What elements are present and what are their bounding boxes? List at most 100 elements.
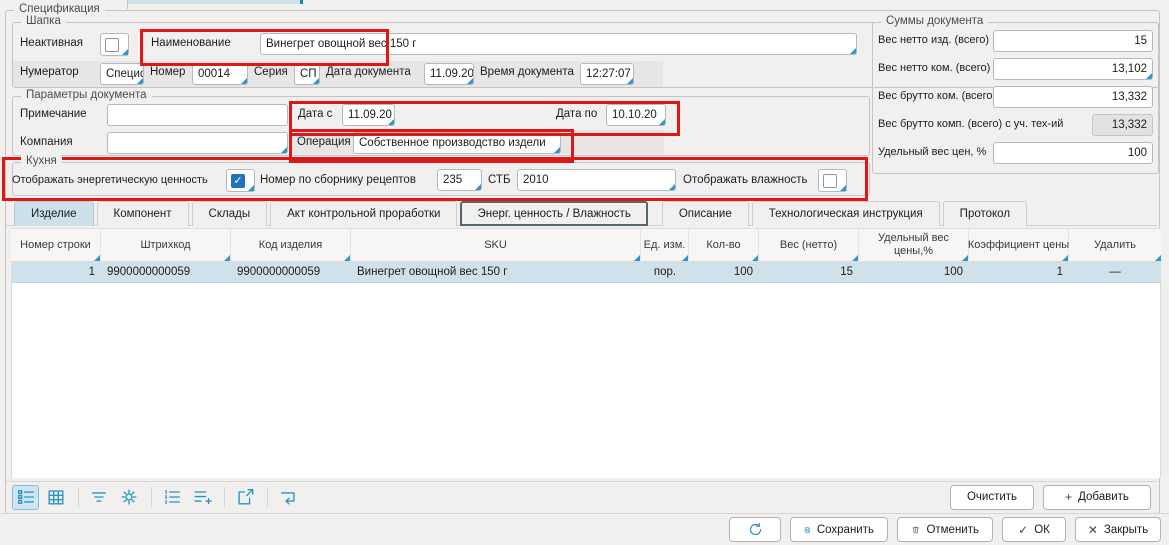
series-label: Серия <box>254 66 288 78</box>
col-header-product-code[interactable]: Код изделия <box>231 229 351 261</box>
tab-product[interactable]: Изделие <box>14 201 94 226</box>
sort-corner-icon <box>94 255 100 261</box>
operation-label: Операция <box>297 136 351 148</box>
sort-corner-icon <box>682 255 688 261</box>
recipe-number-label: Номер по сборнику рецептов <box>260 174 416 186</box>
company-label: Компания <box>20 136 73 148</box>
sort-corner-icon <box>634 255 640 261</box>
energy-checkbox[interactable] <box>226 169 255 192</box>
table-row[interactable]: 1 9900000000059 9900000000059 Винегрет о… <box>11 262 1161 283</box>
stb-field[interactable]: 2010 <box>517 169 676 191</box>
date-to-label: Дата по <box>556 108 597 120</box>
tab-tech-instruction[interactable]: Технологическая инструкция <box>752 201 940 226</box>
grid-view-icon[interactable] <box>42 485 69 510</box>
clear-button[interactable]: Очистить <box>950 485 1034 510</box>
gear-icon[interactable] <box>115 485 142 510</box>
doc-date-field[interactable]: 11.09.20 <box>424 63 474 85</box>
dropdown-corner-icon <box>122 49 128 55</box>
cell-net-weight: 15 <box>759 262 859 282</box>
company-field[interactable] <box>107 132 288 154</box>
tab-warehouses[interactable]: Склады <box>192 201 268 226</box>
sort-corner-icon <box>962 255 968 261</box>
specification-window: Спецификация Шапка Неактивная Наименован… <box>0 0 1169 545</box>
add-list-icon[interactable] <box>188 485 215 510</box>
col-header-price-coef[interactable]: Коэффициент цены <box>969 229 1069 261</box>
sum-field-net-components[interactable]: 13,102 <box>993 58 1153 80</box>
number-field[interactable]: 00014 <box>192 63 248 85</box>
sum-field-price-share[interactable]: 100 <box>993 142 1153 164</box>
dropdown-corner-icon <box>281 147 287 153</box>
numbered-list-icon[interactable] <box>158 485 185 510</box>
cell-delete-action[interactable]: — <box>1069 262 1161 282</box>
close-button[interactable]: ✕Закрыть <box>1075 517 1161 542</box>
operation-field[interactable]: Собственное производство издели <box>353 132 561 154</box>
col-header-price-share[interactable]: Удельный вес цены,% <box>859 229 969 261</box>
tab-energy-humidity[interactable]: Энерг. ценность / Влажность <box>460 201 647 226</box>
numerator-label: Нумератор <box>20 66 79 78</box>
sum-label: Вес нетто ком. (всего) <box>878 62 990 74</box>
dropdown-corner-icon <box>388 119 394 125</box>
dropdown-corner-icon <box>850 48 856 54</box>
top-tab-remnant <box>128 0 300 4</box>
name-field[interactable]: Винегрет овощной вес 150 г <box>260 33 857 55</box>
humidity-label: Отображать влажность <box>683 174 808 186</box>
cell-price-coef: 1 <box>969 262 1069 282</box>
note-field[interactable] <box>107 104 288 126</box>
col-header-sku[interactable]: SKU <box>351 229 641 261</box>
recipe-number-field[interactable]: 235 <box>437 169 482 191</box>
dropdown-corner-icon <box>248 185 254 191</box>
toolbar-separator <box>78 487 79 507</box>
col-header-unit[interactable]: Ед. изм. <box>641 229 689 261</box>
sum-label: Вес нетто изд. (всего) <box>878 34 989 46</box>
save-icon <box>804 523 811 537</box>
col-header-quantity[interactable]: Кол-во <box>689 229 759 261</box>
trash-icon <box>911 523 920 537</box>
series-field[interactable]: СП <box>294 63 320 85</box>
dropdown-corner-icon <box>659 119 665 125</box>
humidity-checkbox[interactable] <box>818 169 847 192</box>
cell-product-code: 9900000000059 <box>231 262 351 282</box>
list-view-icon[interactable] <box>12 485 39 510</box>
refresh-button[interactable] <box>729 517 781 542</box>
col-header-net-weight[interactable]: Вес (нетто) <box>759 229 859 261</box>
sum-field-net-product[interactable]: 15 <box>993 30 1153 52</box>
tab-description[interactable]: Описание <box>662 201 749 226</box>
plus-icon: + <box>1065 490 1072 504</box>
number-label: Номер <box>150 66 185 78</box>
sum-field-gross-components[interactable]: 13,332 <box>993 86 1153 108</box>
date-to-field[interactable]: 10.10.20 <box>606 104 666 126</box>
stb-label: СТБ <box>488 174 511 186</box>
sum-label: Вес брутто комп. (всего) с уч. тех-ий <box>878 118 1063 130</box>
filter-icon[interactable] <box>85 485 112 510</box>
ok-button[interactable]: ✓ОК <box>1002 517 1066 542</box>
col-header-barcode[interactable]: Штрихкод <box>101 229 231 261</box>
footer-bar: Сохранить Отменить ✓ОК ✕Закрыть <box>0 513 1169 545</box>
numerator-field[interactable]: Специфи <box>100 63 144 85</box>
col-header-row-number[interactable]: Номер строки <box>11 229 101 261</box>
checkbox-checked-box <box>231 174 245 188</box>
sort-corner-icon <box>852 255 858 261</box>
col-header-delete[interactable]: Удалить <box>1069 229 1161 261</box>
tab-component[interactable]: Компонент <box>97 201 189 226</box>
tab-protocol[interactable]: Протокол <box>943 201 1027 226</box>
tab-bar: Изделие Компонент Склады Акт контрольной… <box>14 200 1027 226</box>
dropdown-corner-icon <box>137 78 143 84</box>
open-external-icon[interactable] <box>231 485 258 510</box>
tab-control-act[interactable]: Акт контрольной проработки <box>270 201 457 226</box>
cell-row-number: 1 <box>11 262 101 282</box>
date-from-field[interactable]: 11.09.20 <box>342 104 395 126</box>
table-toolbar: Очистить +Добавить <box>6 481 1157 512</box>
doc-time-field[interactable]: 12:27:07 <box>580 63 634 85</box>
top-tab-marker <box>300 0 303 4</box>
save-button[interactable]: Сохранить <box>790 517 888 542</box>
toolbar-separator <box>151 487 152 507</box>
inactive-checkbox[interactable] <box>100 33 129 56</box>
cell-price-share: 100 <box>859 262 969 282</box>
add-button[interactable]: +Добавить <box>1043 485 1151 510</box>
cancel-button[interactable]: Отменить <box>897 517 993 542</box>
sum-label: Вес брутто ком. (всего) <box>878 90 996 102</box>
toolbar-separator <box>224 487 225 507</box>
refresh-icon <box>748 522 763 537</box>
return-arrow-icon[interactable] <box>274 485 301 510</box>
table-empty-area <box>11 283 1161 478</box>
